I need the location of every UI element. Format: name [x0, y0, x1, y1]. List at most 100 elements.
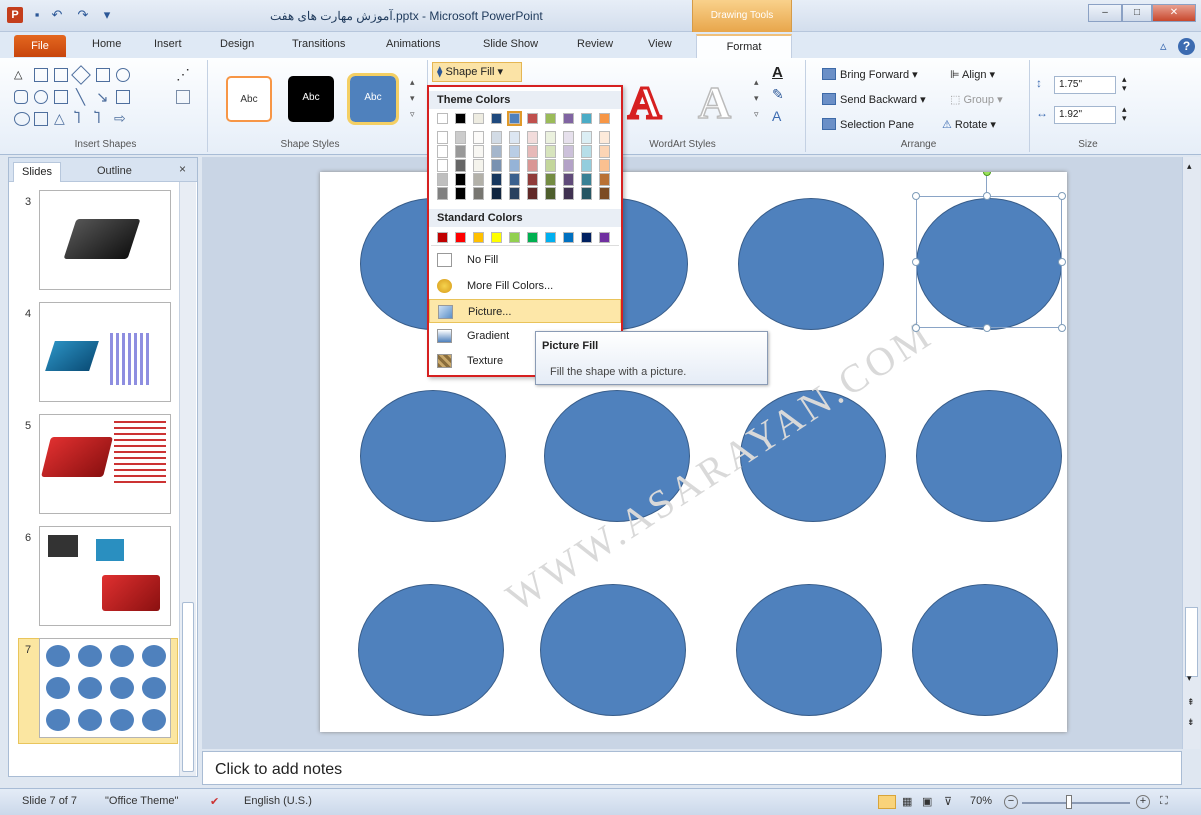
text-effects-icon[interactable]: A — [772, 108, 781, 124]
minimize-ribbon-icon[interactable]: ▵ — [1160, 38, 1167, 54]
theme-color-swatch[interactable] — [545, 113, 556, 124]
rotate-button[interactable]: ⚠ Rotate ▾ — [942, 118, 996, 131]
triangle-shape-icon[interactable]: △ — [14, 68, 28, 82]
scroll-up-icon[interactable]: ▴ — [1187, 161, 1192, 172]
standard-color-swatch[interactable] — [437, 232, 448, 243]
theme-color-swatch[interactable] — [599, 159, 610, 172]
slide-thumbnail-4[interactable] — [39, 302, 171, 402]
slide-thumbnail-7[interactable] — [39, 638, 171, 738]
connector-shape-icon[interactable]: Ⴈ — [94, 110, 100, 127]
slide-thumbnail-6[interactable] — [39, 526, 171, 626]
scroll-thumb[interactable] — [1185, 607, 1198, 677]
tab-animations[interactable]: Animations — [386, 38, 440, 50]
theme-color-swatch[interactable] — [599, 113, 610, 124]
theme-color-swatch[interactable] — [491, 159, 502, 172]
theme-color-swatch[interactable] — [473, 131, 484, 144]
bracket-shape-icon[interactable]: Ⴈ — [74, 110, 80, 127]
fit-to-window-icon[interactable]: ⛶ — [1160, 795, 1168, 808]
theme-color-swatch[interactable] — [509, 131, 520, 144]
theme-color-swatch[interactable] — [581, 113, 592, 124]
close-button[interactable]: ✕ — [1152, 4, 1196, 22]
rect2-shape-icon[interactable] — [34, 112, 48, 126]
standard-color-swatch[interactable] — [455, 232, 466, 243]
style-abc-black[interactable]: Abc — [288, 76, 334, 122]
theme-color-swatch[interactable] — [455, 173, 466, 186]
theme-color-swatch[interactable] — [545, 131, 556, 144]
scroll-thumb[interactable] — [182, 602, 194, 772]
theme-color-swatch[interactable] — [527, 131, 538, 144]
maximize-button[interactable]: □ — [1122, 4, 1152, 22]
theme-color-swatch[interactable] — [491, 113, 502, 124]
zoom-slider-track[interactable] — [1022, 802, 1130, 804]
theme-color-swatch[interactable] — [509, 145, 520, 158]
zoom-slider-thumb[interactable] — [1066, 795, 1072, 809]
tab-view[interactable]: View — [648, 38, 672, 50]
theme-color-swatch[interactable] — [527, 113, 538, 124]
theme-color-swatch[interactable] — [509, 173, 520, 186]
document-shape-icon[interactable] — [54, 68, 68, 82]
theme-color-swatch[interactable] — [527, 173, 538, 186]
theme-color-swatch[interactable] — [455, 187, 466, 200]
slideshow-view-icon[interactable]: ⊽ — [944, 795, 952, 808]
tab-insert[interactable]: Insert — [154, 38, 182, 50]
close-pane-icon[interactable]: × — [179, 162, 186, 176]
resize-handle[interactable] — [912, 324, 920, 332]
zoom-out-button[interactable]: − — [1004, 795, 1018, 809]
theme-color-swatch[interactable] — [437, 145, 448, 158]
picture-fill-option[interactable]: Picture... — [429, 299, 621, 323]
theme-color-swatch[interactable] — [581, 187, 592, 200]
theme-color-swatch[interactable] — [455, 131, 466, 144]
theme-color-swatch[interactable] — [527, 145, 538, 158]
resize-handle[interactable] — [1058, 258, 1066, 266]
tab-outline[interactable]: Outline — [89, 162, 140, 182]
align-button[interactable]: ⊫ Align ▾ — [950, 68, 995, 81]
resize-handle[interactable] — [1058, 192, 1066, 200]
text-fill-icon[interactable]: A — [772, 64, 783, 81]
resize-handle[interactable] — [912, 258, 920, 266]
notes-placeholder[interactable]: Click to add notes — [215, 761, 342, 779]
circle-shape-icon[interactable] — [116, 68, 130, 82]
theme-color-swatch[interactable] — [581, 173, 592, 186]
text-box-icon[interactable] — [176, 90, 190, 104]
customize-qat-icon[interactable]: ▾ — [100, 8, 114, 22]
send-backward-button[interactable]: Send Backward ▾ — [822, 93, 926, 106]
theme-color-swatch[interactable] — [581, 131, 592, 144]
tab-design[interactable]: Design — [220, 38, 254, 50]
theme-color-swatch[interactable] — [491, 131, 502, 144]
theme-color-swatch[interactable] — [599, 145, 610, 158]
theme-color-swatch[interactable] — [491, 145, 502, 158]
tab-slides[interactable]: Slides — [13, 162, 61, 182]
rounded-rect-shape-icon[interactable] — [14, 90, 28, 104]
arrow-shape-icon[interactable]: ⇨ — [114, 110, 126, 127]
tab-home[interactable]: Home — [92, 38, 121, 50]
language-indicator[interactable]: English (U.S.) — [244, 795, 312, 807]
zoom-in-button[interactable]: + — [1136, 795, 1150, 809]
resize-handle[interactable] — [912, 192, 920, 200]
circle-shape[interactable] — [916, 390, 1062, 522]
theme-color-swatch[interactable] — [599, 173, 610, 186]
styles-scroll-icon[interactable]: ▴ ▾ ▿ — [410, 74, 415, 122]
theme-color-swatch[interactable] — [507, 111, 522, 126]
tab-format[interactable]: Format — [696, 34, 792, 60]
wordart-red-outline[interactable]: A — [626, 76, 662, 130]
help-icon[interactable]: ? — [1178, 38, 1195, 55]
theme-name[interactable]: "Office Theme" — [105, 795, 178, 807]
theme-color-swatch[interactable] — [473, 173, 484, 186]
style-abc-blue-selected[interactable]: Abc — [347, 73, 399, 125]
scroll-down-icon[interactable]: ▾ — [1187, 673, 1192, 684]
next-slide-icon[interactable]: ⇟ — [1187, 717, 1195, 728]
theme-color-swatch[interactable] — [563, 131, 574, 144]
arrow-line-shape-icon[interactable]: ↘ — [96, 88, 109, 106]
line-shape-icon[interactable]: ╲ — [76, 88, 85, 106]
theme-color-swatch[interactable] — [437, 131, 448, 144]
circle-shape[interactable] — [360, 390, 506, 522]
theme-color-swatch[interactable] — [545, 173, 556, 186]
minimize-button[interactable]: – — [1088, 4, 1122, 22]
theme-color-swatch[interactable] — [437, 187, 448, 200]
reading-view-icon[interactable]: ▣ — [922, 795, 932, 808]
text-outline-icon[interactable]: ✎ — [772, 86, 784, 103]
theme-color-swatch[interactable] — [437, 173, 448, 186]
diamond-shape-icon[interactable] — [71, 65, 91, 85]
theme-color-swatch[interactable] — [563, 187, 574, 200]
oval-shape-icon[interactable] — [14, 112, 30, 126]
